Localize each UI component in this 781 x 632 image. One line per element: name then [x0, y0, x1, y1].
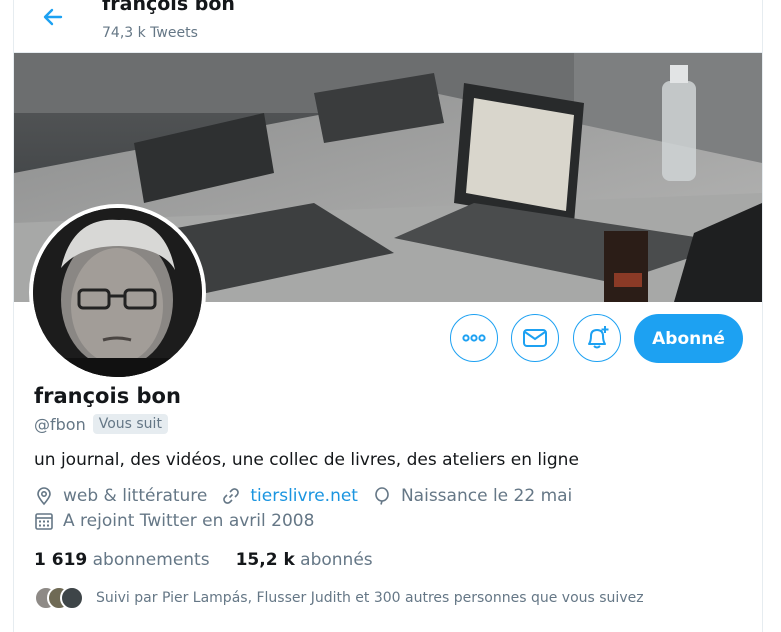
profile-meta-row-2: A rejoint Twitter en avril 2008 — [34, 511, 328, 531]
bell-plus-icon — [588, 326, 609, 349]
followers-stat[interactable]: 15,2 k abonnés — [236, 550, 373, 570]
header-tweet-count: 74,3 k Tweets — [102, 25, 198, 41]
website-item: tierslivre.net — [221, 486, 358, 506]
arrow-left-icon — [43, 8, 63, 26]
followed-by-avatars — [34, 586, 86, 610]
birthday-item: Naissance le 22 mai — [372, 486, 572, 506]
link-icon — [223, 488, 240, 504]
followed-by-row[interactable]: Suivi par Pier Lampás, Flusser Judith et… — [34, 586, 644, 610]
birthday-text: Naissance le 22 mai — [400, 486, 573, 506]
follower-avatar — [60, 586, 84, 610]
balloon-icon — [375, 487, 389, 505]
website-link[interactable]: tierslivre.net — [250, 486, 358, 506]
profile-handle: @fbon — [34, 414, 86, 434]
following-button[interactable]: Abonné — [634, 314, 743, 363]
location-item: web & littérature — [34, 486, 207, 506]
followers-label: abonnés — [300, 550, 373, 570]
joined-item: A rejoint Twitter en avril 2008 — [34, 511, 314, 531]
location-pin-icon — [37, 487, 51, 506]
back-button[interactable] — [36, 0, 70, 34]
joined-text: A rejoint Twitter en avril 2008 — [63, 511, 315, 531]
followers-count: 15,2 k — [235, 550, 295, 570]
mail-icon — [523, 329, 547, 347]
following-label: abonnements — [92, 550, 210, 570]
profile-name: françois bon — [34, 384, 181, 408]
follow-stats: 1 619 abonnements 15,2 k abonnés — [34, 550, 399, 570]
profile-avatar[interactable] — [29, 204, 206, 381]
profile-meta-row: web & littérature tierslivre.net Naissan… — [34, 486, 586, 506]
more-icon — [462, 334, 486, 342]
profile-bio: un journal, des vidéos, une collec de li… — [34, 450, 579, 470]
following-stat[interactable]: 1 619 abonnements — [34, 550, 210, 570]
avatar-photo — [33, 208, 202, 377]
handle-row: @fbon Vous suit — [34, 414, 168, 434]
follows-you-badge: Vous suit — [92, 414, 168, 434]
location-text: web & littérature — [63, 486, 208, 506]
notifications-button[interactable] — [573, 314, 621, 362]
profile-header-bar: françois bon 74,3 k Tweets — [14, 0, 762, 53]
message-button[interactable] — [511, 314, 559, 362]
calendar-icon — [35, 513, 53, 530]
followed-by-text[interactable]: Suivi par Pier Lampás, Flusser Judith et… — [96, 590, 644, 606]
more-options-button[interactable] — [450, 314, 498, 362]
header-title: françois bon — [102, 0, 235, 15]
following-count: 1 619 — [34, 550, 88, 570]
